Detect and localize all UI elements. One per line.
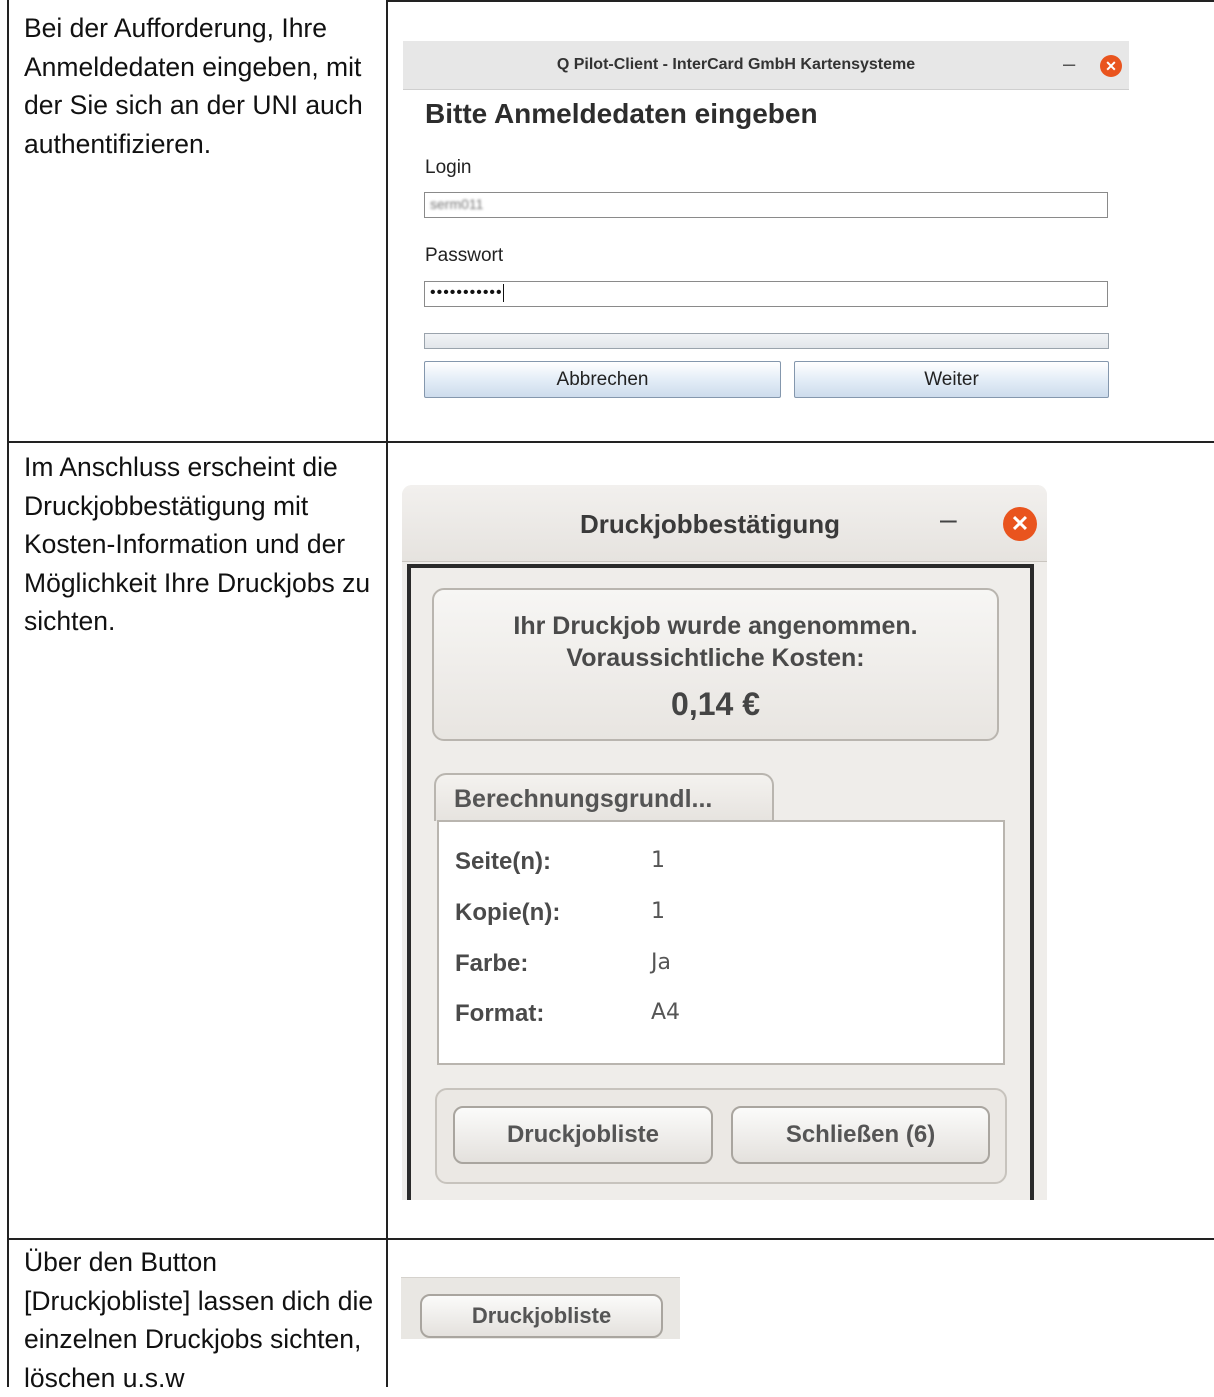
table-border-left [7,0,9,1387]
detail-key: Seite(n): [455,848,551,875]
detail-key: Format: [455,1000,545,1027]
login-progress-bar [424,333,1109,349]
details-panel: Seite(n): 1 Kopie(n): 1 Farbe: Ja Format… [437,820,1005,1065]
table-divider-row-2 [8,1238,1214,1240]
detail-key: Farbe: [455,950,529,977]
table-divider-row-1 [8,441,1214,443]
tab-calculation-basis[interactable]: Berechnungsgrundl... [434,773,774,821]
detail-value: 1 [651,899,665,924]
detail-value: Ja [651,950,671,975]
minimize-icon[interactable]: – [940,503,957,537]
minimize-icon[interactable]: – [1063,51,1075,77]
login-value: serm011 [430,196,484,212]
expected-cost-label: Voraussichtliche Kosten: [566,644,865,672]
button-snippet: Druckjobliste [401,1277,680,1339]
table-divider-vertical [386,0,388,1387]
detail-value: A4 [651,1000,681,1025]
confirm-window-title: Druckjobbestätigung [580,509,841,539]
table-border-top [386,0,1214,2]
row-3-description: Über den Button [Druckjobliste] lassen d… [24,1247,374,1393]
cost-info-card: Ihr Druckjob wurde angenommen. Voraussic… [432,588,999,741]
login-field[interactable]: serm011 [424,192,1108,218]
detail-key: Kopie(n): [455,899,561,926]
cost-amount: 0,14 € [671,686,760,722]
login-dialog: Q Pilot-Client - InterCard GmbH Kartensy… [403,41,1129,411]
row-2-description: Im Anschluss erscheint die Druckjobbestä… [24,452,371,636]
print-job-list-button[interactable]: Druckjobliste [420,1294,663,1338]
close-icon[interactable]: ✕ [1003,507,1037,541]
password-label: Passwort [425,245,504,266]
detail-value: 1 [651,848,665,873]
password-field[interactable]: ••••••••••• [424,281,1108,307]
row-1-description: Bei der Aufforderung, Ihre Anmeldedaten … [24,13,363,159]
confirm-titlebar: Druckjobbestätigung – ✕ [402,485,1047,562]
accepted-message: Ihr Druckjob wurde angenommen. [513,612,918,640]
close-icon[interactable]: ✕ [1100,55,1122,77]
print-confirmation-dialog: Druckjobbestätigung – ✕ Ihr Druckjob wur… [402,485,1047,1200]
close-button[interactable]: Schließen (6) [731,1106,990,1164]
next-button[interactable]: Weiter [794,361,1109,398]
login-label: Login [425,157,472,178]
text-caret [502,284,504,302]
print-job-list-button[interactable]: Druckjobliste [453,1106,713,1164]
login-titlebar: Q Pilot-Client - InterCard GmbH Kartensy… [403,41,1129,90]
cancel-button[interactable]: Abbrechen [424,361,781,398]
password-value: ••••••••••• [430,284,503,302]
login-heading: Bitte Anmeldedaten eingeben [425,98,818,129]
login-window-title: Q Pilot-Client - InterCard GmbH Kartensy… [556,56,916,73]
dialog-button-bar: Druckjobliste Schließen (6) [435,1088,1007,1184]
